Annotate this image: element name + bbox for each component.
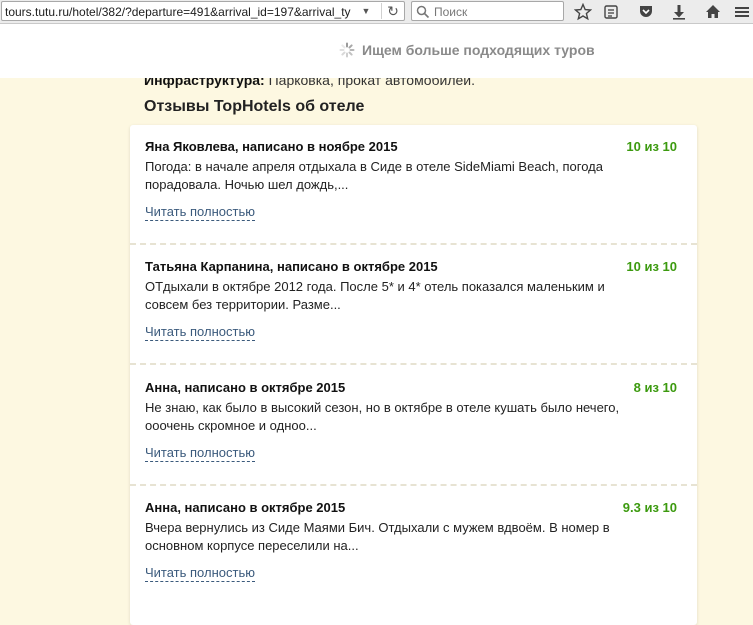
loading-spinner-icon xyxy=(339,42,355,58)
review-score: 9.3 из 10 xyxy=(622,500,677,515)
home-icon[interactable] xyxy=(704,3,722,21)
review-score: 8 из 10 xyxy=(633,380,677,395)
review-author: Татьяна Карпанина, написано в октябре 20… xyxy=(145,259,438,274)
notice-text: Ищем больше подходящих туров xyxy=(362,42,595,58)
read-more-link[interactable]: Читать полностью xyxy=(145,565,255,582)
review-text: Не знаю, как было в высокий сезон, но в … xyxy=(145,400,620,433)
search-placeholder: Поиск xyxy=(434,5,468,19)
notice-overlay-content xyxy=(339,42,355,63)
review-text: Погода: в начале апреля отдыхала в Сиде … xyxy=(145,159,603,192)
search-input[interactable]: Поиск xyxy=(411,1,564,21)
search-icon xyxy=(416,5,430,19)
bookmark-star-icon[interactable] xyxy=(574,3,592,21)
read-more-link[interactable]: Читать полностью xyxy=(145,445,255,462)
review-card: Татьяна Карпанина, написано в октябре 20… xyxy=(130,245,697,365)
browser-toolbar: tours.tutu.ru/hotel/382/?departure=491&a… xyxy=(0,0,753,24)
reading-list-icon[interactable] xyxy=(602,3,620,21)
review-score: 10 из 10 xyxy=(626,139,677,154)
download-icon[interactable] xyxy=(670,3,688,21)
reload-icon[interactable]: ↻ xyxy=(381,3,404,19)
review-card: Яна Яковлева, написано в ноябре 2015 10 … xyxy=(130,125,697,245)
review-author: Анна, написано в октябре 2015 xyxy=(145,500,346,515)
review-author: Яна Яковлева, написано в ноябре 2015 xyxy=(145,139,398,154)
review-score: 10 из 10 xyxy=(626,259,677,274)
reviews-list: Яна Яковлева, написано в ноябре 2015 10 … xyxy=(130,125,697,625)
review-card: Анна, написано в октябре 2015 8 из 10 Не… xyxy=(130,366,697,486)
review-text: ОТдыхали в октябре 2012 года. После 5* и… xyxy=(145,279,605,312)
review-author: Анна, написано в октябре 2015 xyxy=(145,380,346,395)
chevron-down-icon[interactable]: ▼ xyxy=(359,4,373,19)
review-text: Вчера вернулись из Сиде Маями Бич. Отдых… xyxy=(145,520,610,553)
read-more-link[interactable]: Читать полностью xyxy=(145,324,255,341)
url-bar[interactable]: tours.tutu.ru/hotel/382/?departure=491&a… xyxy=(1,1,405,21)
review-card: Анна, написано в октябре 2015 9.3 из 10 … xyxy=(130,486,697,606)
url-text[interactable]: tours.tutu.ru/hotel/382/?departure=491&a… xyxy=(5,4,357,20)
section-title: Отзывы TopHotels об отеле xyxy=(144,98,365,115)
pocket-icon[interactable] xyxy=(637,3,655,21)
menu-icon[interactable] xyxy=(733,3,751,21)
read-more-link[interactable]: Читать полностью xyxy=(145,204,255,221)
